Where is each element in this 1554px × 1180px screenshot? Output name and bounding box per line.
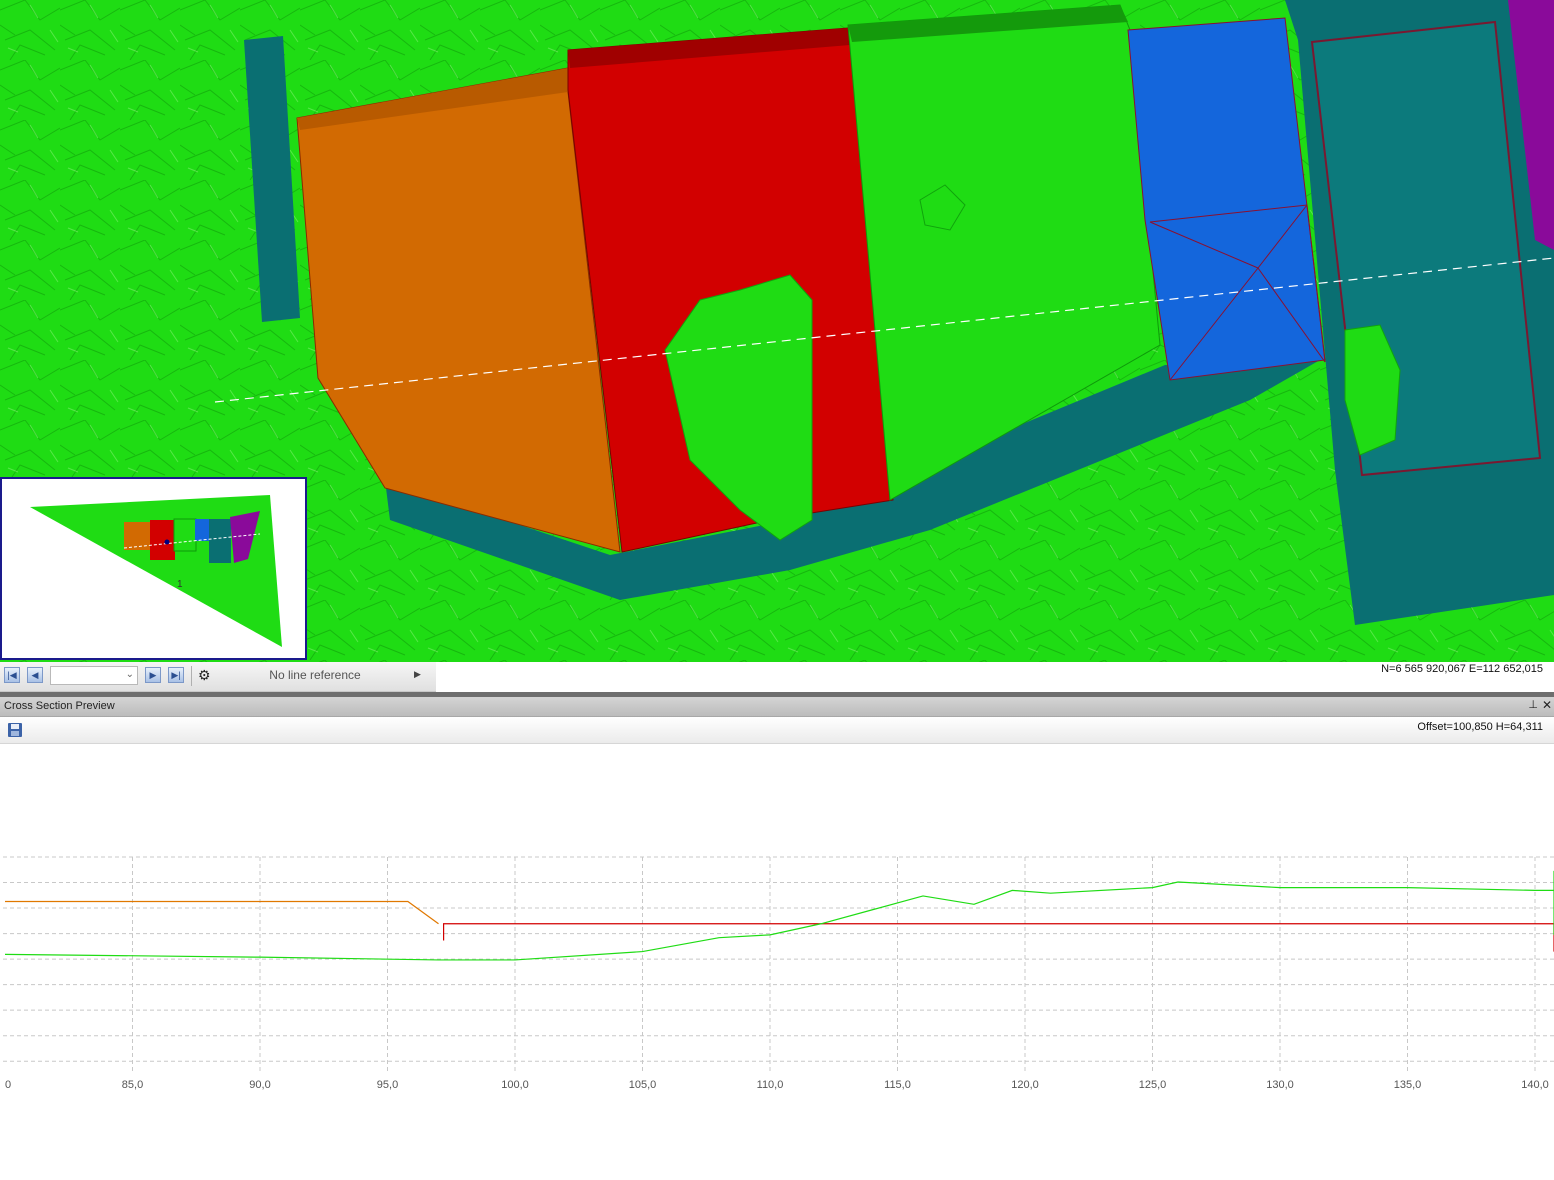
x-tick-label: 115,0	[884, 1079, 911, 1091]
chevron-down-icon: ⌄	[125, 669, 134, 680]
x-tick-label: 110,0	[757, 1079, 784, 1091]
x-tick-label: 95,0	[377, 1079, 398, 1091]
cross-section-titlebar: Cross Section Preview ⊥ ✕	[0, 697, 1554, 717]
x-tick-label: 135,0	[1394, 1079, 1422, 1091]
profile-series-line	[4, 870, 1554, 961]
x-tick-label: 140,0	[1521, 1079, 1549, 1091]
line-reference-label[interactable]: No line reference	[214, 668, 416, 684]
last-record-icon[interactable]: ▶|	[168, 667, 184, 683]
x-tick-label: 85,0	[122, 1079, 143, 1091]
profile-series-line	[5, 900, 439, 925]
next-record-icon[interactable]: ▶	[145, 667, 161, 683]
x-tick-label: 105,0	[629, 1079, 657, 1091]
cross-section-chart[interactable]: 0 85,0 90,0 95,0 100,0 105,0 110,0 115,0 120,0 12…	[0, 744, 1554, 1180]
cross-section-toolbar: Offset=100,850 H=64,311	[0, 717, 1554, 744]
line-selector-dropdown[interactable]: ⌄	[50, 666, 138, 685]
toolbar-separator	[191, 666, 192, 686]
panel-title: Cross Section Preview	[4, 700, 115, 712]
x-tick-label: 130,0	[1266, 1079, 1294, 1091]
coordinate-readout: N=6 565 920,067 E=112 652,015	[1381, 663, 1543, 675]
overview-building-green	[173, 518, 197, 552]
overview-building-blue	[195, 519, 209, 541]
overview-map[interactable]: 1	[0, 477, 307, 660]
x-tick-label: 125,0	[1139, 1079, 1167, 1091]
overview-building-red	[150, 520, 175, 560]
chevron-right-icon[interactable]: ▶	[414, 669, 421, 680]
pin-icon[interactable]: ⊥	[1528, 698, 1538, 711]
x-tick-label: 120,0	[1011, 1079, 1039, 1091]
x-tick-label: 100,0	[501, 1079, 529, 1091]
overview-position-marker	[164, 539, 170, 545]
offset-height-readout: Offset=100,850 H=64,311	[1417, 721, 1543, 733]
x-tick-label: 0	[5, 1079, 11, 1091]
3d-viewport[interactable]: 1	[0, 0, 1554, 662]
profile-series-line	[443, 923, 1554, 952]
overview-building-teal	[209, 519, 231, 563]
previous-record-icon[interactable]: ◀	[27, 667, 43, 683]
line-navigation-bar: |◀ ◀ ⌄ ▶ ▶| ⚙ No line reference ▶ N=6 56…	[0, 662, 1554, 692]
cross-section-plot: 0 85,0 90,0 95,0 100,0 105,0 110,0 115,0 120,0 12…	[3, 856, 1554, 1091]
first-record-icon[interactable]: |◀	[4, 667, 20, 683]
save-icon[interactable]	[8, 723, 22, 737]
overview-building-orange	[124, 522, 152, 550]
x-tick-label: 90,0	[249, 1079, 270, 1091]
close-icon[interactable]: ✕	[1542, 698, 1552, 712]
settings-icon[interactable]: ⚙	[198, 667, 214, 683]
overview-label: 1	[177, 579, 183, 590]
